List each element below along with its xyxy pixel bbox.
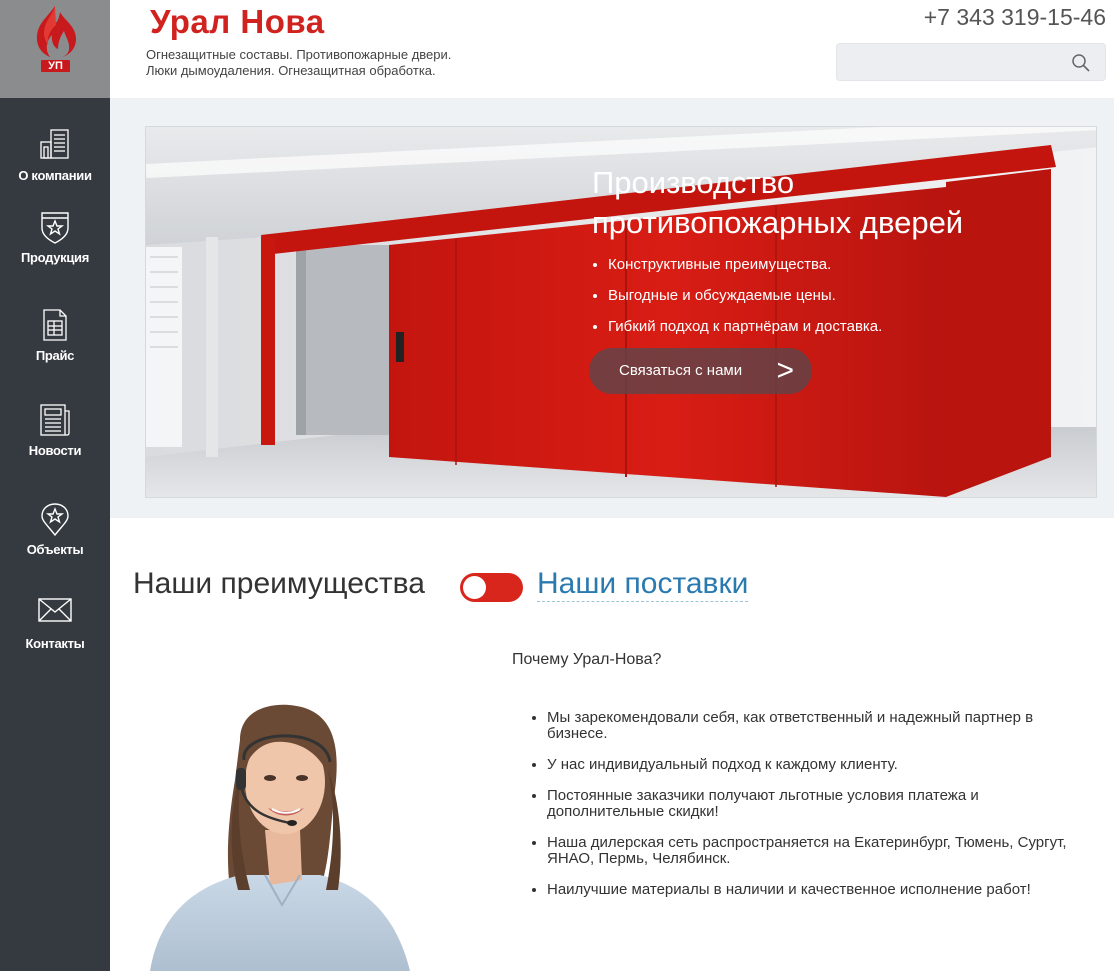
- hero-banner: Производство противопожарных дверей Конс…: [145, 126, 1097, 498]
- sidebar-item-about[interactable]: О компании: [0, 128, 110, 220]
- sidebar-item-objects[interactable]: Объекты: [0, 502, 110, 594]
- building-icon: [40, 129, 69, 159]
- envelope-icon: [38, 598, 72, 622]
- sidebar-item-news[interactable]: Новости: [0, 403, 110, 495]
- sidebar-item-products[interactable]: Продукция: [0, 210, 110, 302]
- tagline: Огнезащитные составы. Противопожарные дв…: [146, 47, 451, 79]
- tagline-line-2: Люки дымоудаления. Огнезащитная обработк…: [146, 63, 436, 78]
- banner-bullet: Гибкий подход к партнёрам и доставка.: [608, 317, 882, 336]
- phone-number[interactable]: +7 343 319-15-46: [924, 4, 1106, 31]
- advantage-item: Наша дилерская сеть распространяется на …: [547, 835, 1067, 867]
- sidebar-item-contacts[interactable]: Контакты: [0, 596, 110, 688]
- logo-text: УП: [48, 60, 63, 72]
- price-document-icon: [43, 309, 67, 341]
- advantages-heading: Почему Урал-Нова?: [512, 651, 662, 668]
- tab-advantages[interactable]: Наши преимущества: [133, 567, 425, 601]
- search-icon[interactable]: [1071, 53, 1091, 73]
- advantage-item: Постоянные заказчики получают льготные у…: [547, 788, 1067, 820]
- newspaper-icon: [40, 404, 70, 436]
- map-pin-star-icon: [41, 503, 69, 536]
- advantage-item: Наилучшие материалы в наличии и качестве…: [547, 882, 1067, 898]
- shield-star-icon: [41, 212, 69, 244]
- sidebar-item-label: О компании: [18, 168, 92, 183]
- advantage-item: Мы зарекомендовали себя, как ответственн…: [547, 710, 1067, 742]
- sidebar-item-price[interactable]: Прайс: [0, 308, 110, 400]
- advantages-list: Мы зарекомендовали себя, как ответственн…: [547, 710, 1067, 913]
- tagline-line-1: Огнезащитные составы. Противопожарные дв…: [146, 47, 452, 62]
- contact-us-label: Связаться с нами: [619, 362, 743, 379]
- banner-bullets: Конструктивные преимущества. Выгодные и …: [608, 255, 882, 348]
- sidebar-item-label: Объекты: [26, 542, 84, 557]
- contact-us-button[interactable]: Связаться с нами >: [589, 348, 812, 394]
- support-operator-photo: [150, 704, 410, 971]
- banner-title-line-1: Производство: [592, 165, 795, 200]
- toggle-knob: [463, 576, 486, 599]
- sidebar-item-label: Новости: [28, 443, 82, 458]
- section-toggle[interactable]: [460, 573, 523, 602]
- banner-title: Производство противопожарных дверей: [592, 163, 963, 243]
- sidebar-item-label: Прайс: [35, 348, 75, 363]
- banner-bullet: Выгодные и обсуждаемые цены.: [608, 286, 882, 305]
- search-box: [836, 43, 1106, 81]
- advantage-item: У нас индивидуальный подход к каждому кл…: [547, 757, 1067, 773]
- tab-deliveries[interactable]: Наши поставки: [537, 567, 749, 602]
- sidebar: УП О компании Продукция Прайс Новости Об…: [0, 0, 110, 971]
- brand-name[interactable]: Урал Нова: [150, 3, 325, 41]
- sidebar-item-label: Продукция: [20, 250, 90, 265]
- banner-title-line-2: противопожарных дверей: [592, 205, 964, 240]
- chevron-right-icon: >: [776, 354, 794, 387]
- sidebar-item-label: Контакты: [25, 636, 85, 651]
- search-input[interactable]: [845, 52, 1065, 72]
- logo[interactable]: УП: [0, 0, 110, 98]
- banner-bullet: Конструктивные преимущества.: [608, 255, 882, 274]
